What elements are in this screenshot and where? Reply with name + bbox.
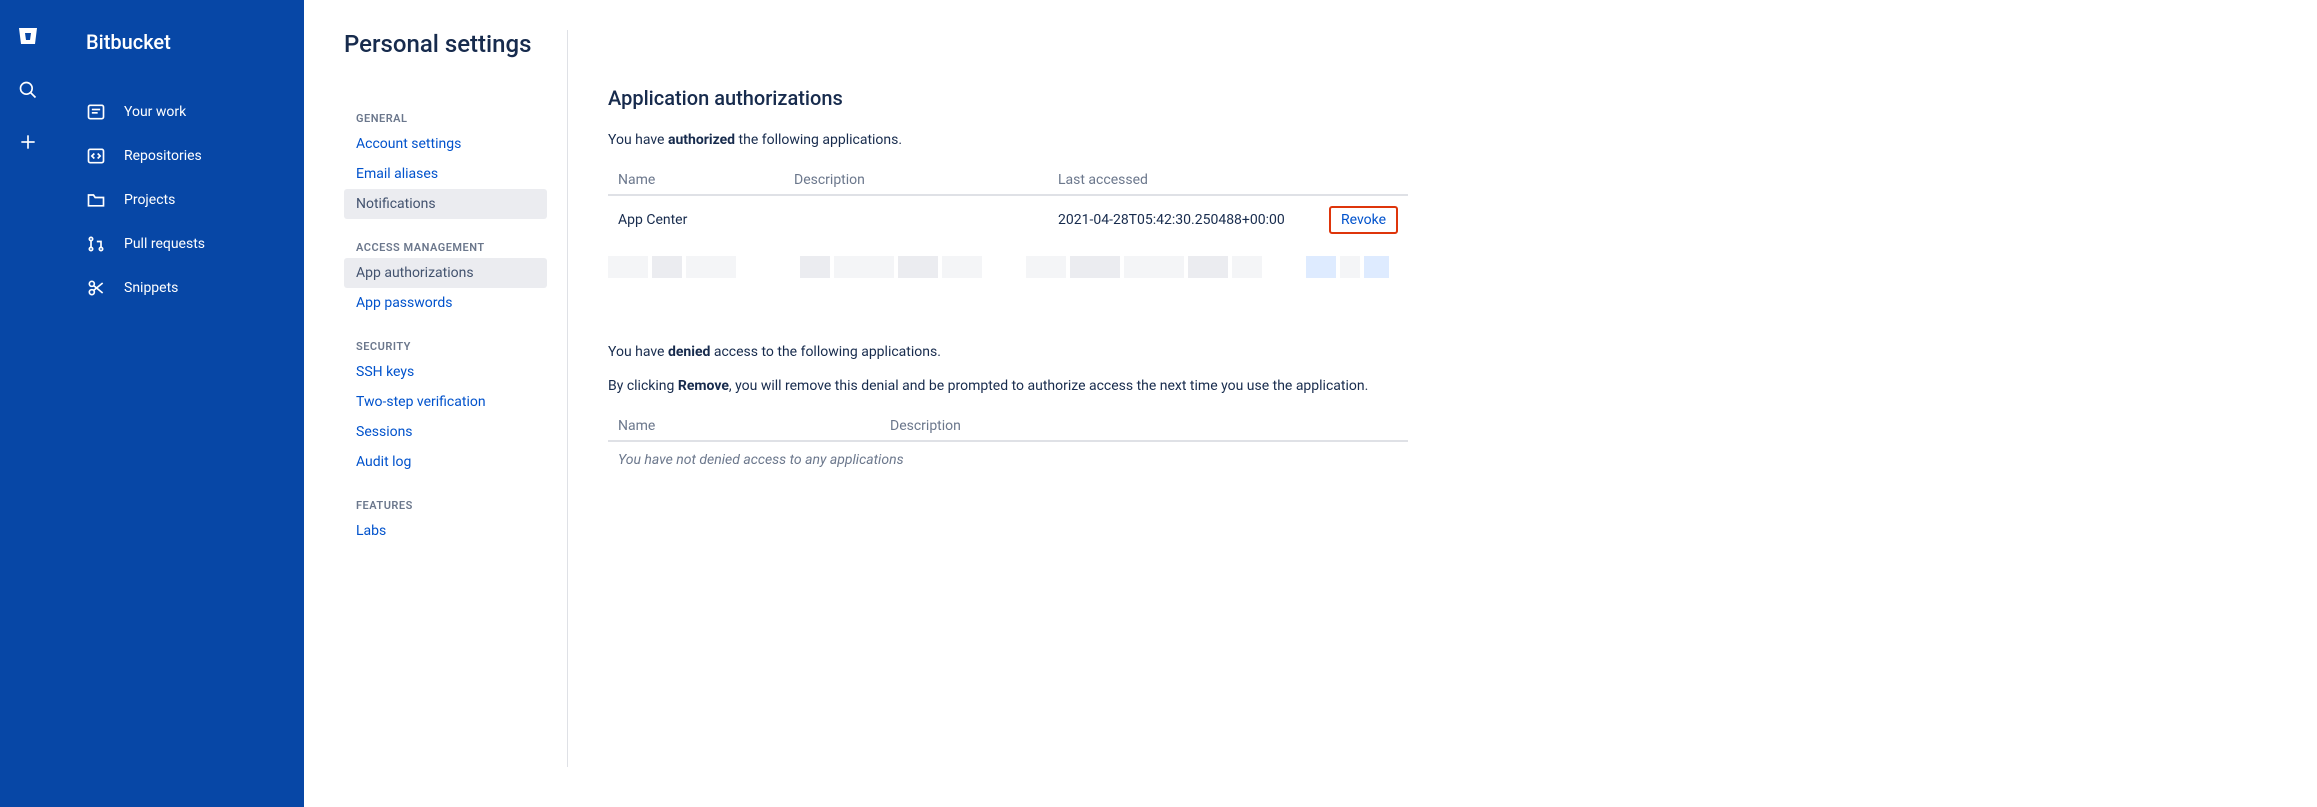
sidebar-item-label: Projects	[124, 192, 175, 208]
board-icon	[86, 102, 106, 122]
settings-group-features: Features	[344, 491, 567, 516]
authorized-intro: You have authorized the following applic…	[608, 132, 1408, 148]
sidebar-nav: Your work Repositories Projects	[86, 102, 284, 298]
settings-group-security: Security	[344, 332, 567, 357]
settings-link-audit-log[interactable]: Audit log	[344, 447, 547, 477]
denied-intro: You have denied access to the following …	[608, 344, 1408, 360]
content-column: Application authorizations You have auth…	[568, 30, 1408, 767]
pull-request-icon	[86, 234, 106, 254]
sidebar-item-label: Snippets	[124, 280, 178, 296]
plus-icon[interactable]	[16, 130, 40, 154]
app-name: Bitbucket	[86, 30, 284, 54]
settings-link-email-aliases[interactable]: Email aliases	[344, 159, 547, 189]
folder-icon	[86, 190, 106, 210]
sidebar: Bitbucket Your work Repositories	[56, 0, 304, 807]
col-description: Description	[784, 166, 1048, 195]
content-heading: Application authorizations	[608, 86, 1408, 110]
authorized-table: Name Description Last accessed App Cente…	[608, 166, 1408, 284]
settings-link-app-passwords[interactable]: App passwords	[344, 288, 547, 318]
scissors-icon	[86, 278, 106, 298]
settings-link-app-authorizations[interactable]: App authorizations	[344, 258, 547, 288]
cell-last-accessed: 2021-04-28T05:42:30.250488+00:00	[1048, 195, 1312, 244]
main: Personal settings General Account settin…	[304, 0, 2317, 807]
sidebar-item-snippets[interactable]: Snippets	[86, 278, 284, 298]
sidebar-item-your-work[interactable]: Your work	[86, 102, 284, 122]
cell-description	[784, 195, 1048, 244]
settings-link-two-step[interactable]: Two-step verification	[344, 387, 547, 417]
settings-nav-column: Personal settings General Account settin…	[344, 30, 568, 767]
col-last-accessed: Last accessed	[1048, 166, 1312, 195]
denied-table: Name Description You have not denied acc…	[608, 412, 1408, 478]
global-rail	[0, 0, 56, 807]
col-name: Name	[608, 412, 880, 441]
settings-group-general: General	[344, 104, 567, 129]
sidebar-item-label: Repositories	[124, 148, 202, 164]
settings-link-account-settings[interactable]: Account settings	[344, 129, 547, 159]
sidebar-item-label: Pull requests	[124, 236, 205, 252]
table-row-empty: You have not denied access to any applic…	[608, 441, 1408, 478]
empty-message: You have not denied access to any applic…	[608, 441, 1408, 478]
search-icon[interactable]	[16, 78, 40, 102]
settings-link-sessions[interactable]: Sessions	[344, 417, 547, 447]
revoke-button[interactable]: Revoke	[1329, 206, 1398, 234]
col-name: Name	[608, 166, 784, 195]
remove-note: By clicking Remove, you will remove this…	[608, 378, 1408, 394]
sidebar-item-projects[interactable]: Projects	[86, 190, 284, 210]
col-description: Description	[880, 412, 1408, 441]
page-title: Personal settings	[344, 30, 567, 58]
cell-name: App Center	[608, 195, 784, 244]
settings-link-notifications[interactable]: Notifications	[344, 189, 547, 219]
settings-link-ssh-keys[interactable]: SSH keys	[344, 357, 547, 387]
table-row: App Center 2021-04-28T05:42:30.250488+00…	[608, 195, 1408, 244]
code-icon	[86, 146, 106, 166]
sidebar-item-label: Your work	[124, 104, 186, 120]
settings-group-access: Access Management	[344, 233, 567, 258]
redacted-placeholder	[608, 256, 1408, 284]
bitbucket-logo-icon[interactable]	[14, 22, 42, 50]
sidebar-item-repositories[interactable]: Repositories	[86, 146, 284, 166]
settings-link-labs[interactable]: Labs	[344, 516, 547, 546]
table-row-redacted	[608, 244, 1408, 284]
sidebar-item-pull-requests[interactable]: Pull requests	[86, 234, 284, 254]
